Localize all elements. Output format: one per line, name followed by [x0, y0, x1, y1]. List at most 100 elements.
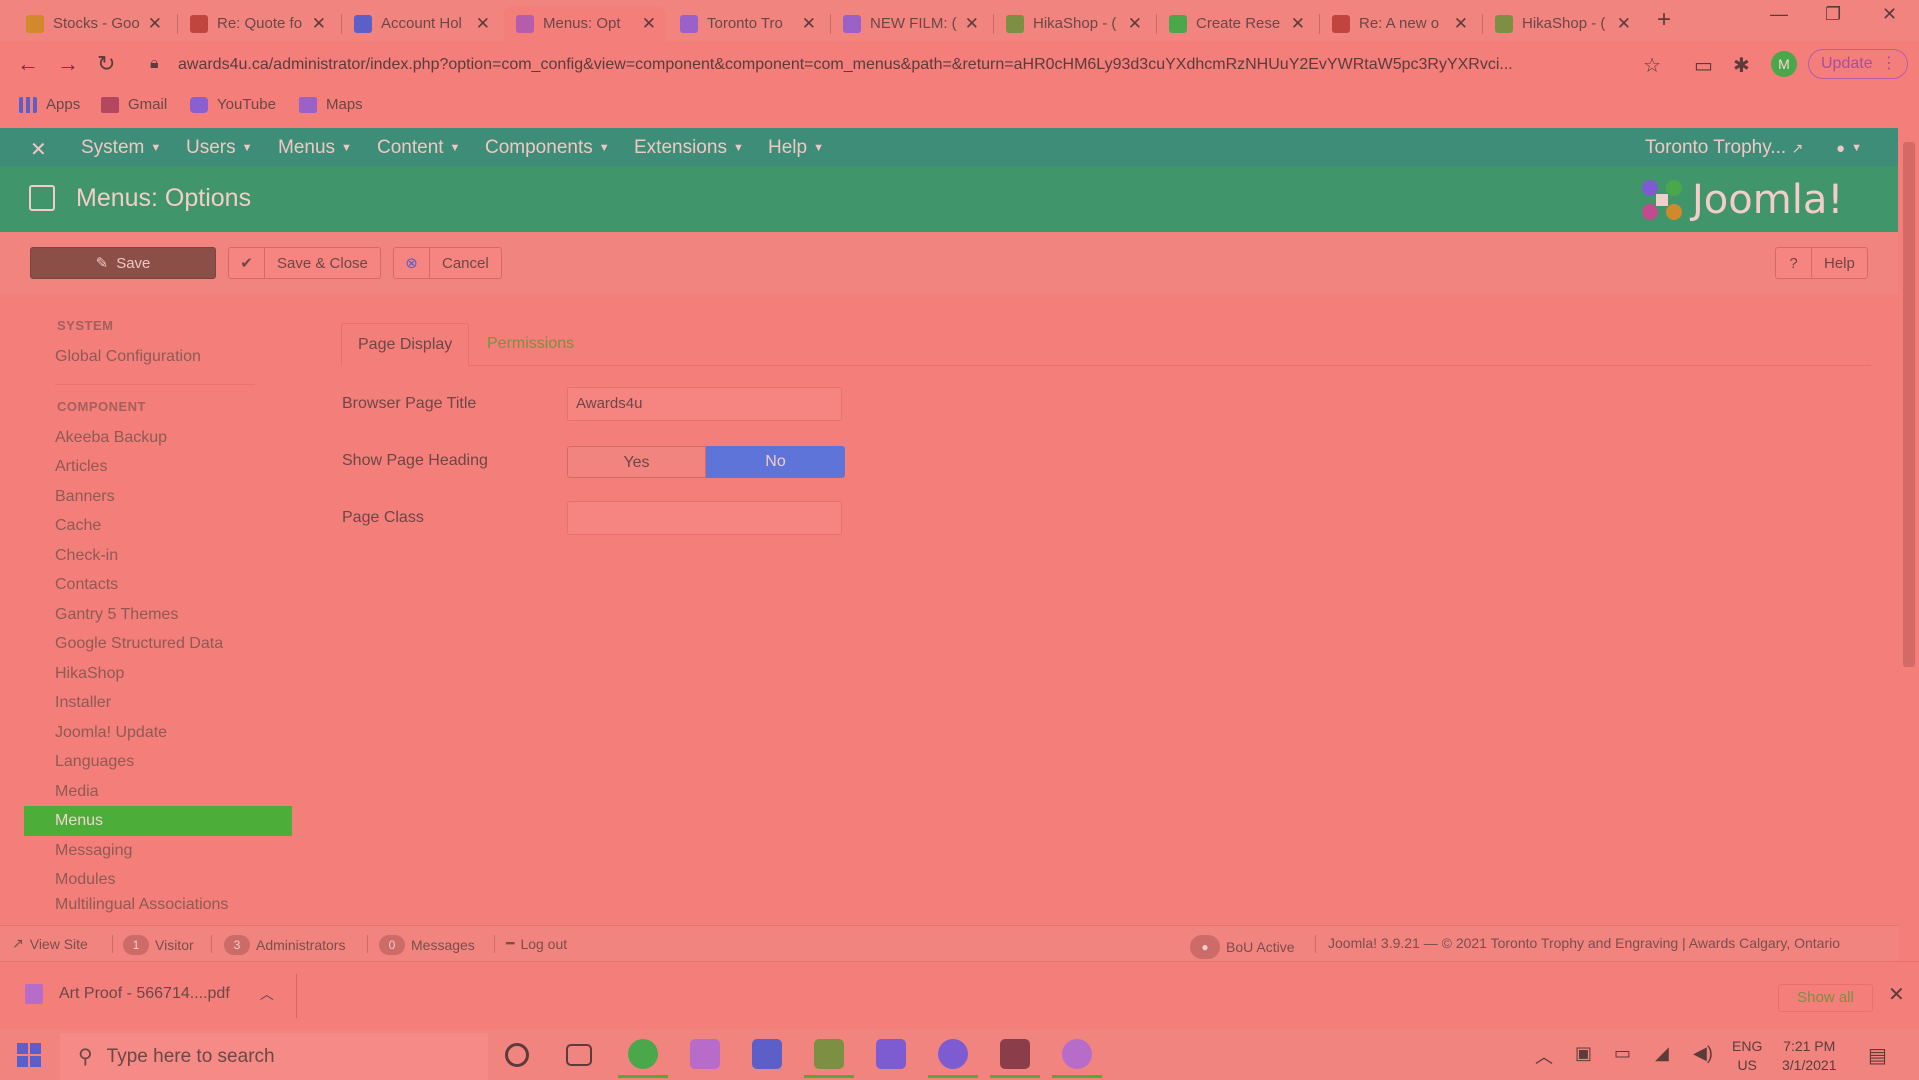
- notification-icon[interactable]: ▤: [1868, 1043, 1887, 1068]
- sidebar-item-gantry-5-themes[interactable]: Gantry 5 Themes: [24, 600, 292, 630]
- close-window-icon[interactable]: ✕: [1882, 4, 1897, 25]
- scrollbar-thumb[interactable]: [1903, 142, 1915, 667]
- app-icon[interactable]: [990, 1039, 1040, 1078]
- office-icon[interactable]: [876, 1039, 906, 1069]
- menu-components[interactable]: Components ▼: [485, 137, 610, 159]
- sidebar-item-akeeba-backup[interactable]: Akeeba Backup: [24, 423, 292, 453]
- meet-icon[interactable]: ▣: [1575, 1043, 1592, 1064]
- minimize-icon[interactable]: —: [1770, 4, 1788, 25]
- wifi-icon[interactable]: ◢: [1655, 1043, 1669, 1064]
- administrators-status[interactable]: 3 Administrators: [224, 935, 345, 955]
- close-tab-icon[interactable]: ✕: [1617, 14, 1631, 34]
- sidebar-item-hikashop[interactable]: HikaShop: [24, 659, 292, 689]
- forward-icon[interactable]: →: [57, 51, 79, 77]
- sidebar-item-installer[interactable]: Installer: [24, 688, 292, 718]
- browser-tab[interactable]: Toronto Tro ✕: [668, 6, 826, 41]
- close-tab-icon[interactable]: ✕: [148, 14, 162, 34]
- sidebar-item-languages[interactable]: Languages: [24, 747, 292, 777]
- help-button[interactable]: ? Help: [1775, 247, 1868, 279]
- cortana-icon[interactable]: [505, 1043, 529, 1067]
- close-tab-icon[interactable]: ✕: [312, 14, 326, 34]
- save-button[interactable]: ✎ Save: [30, 247, 216, 279]
- mail-icon[interactable]: [804, 1039, 854, 1078]
- bookmark-youtube[interactable]: YouTube: [190, 96, 276, 113]
- windows-start-icon[interactable]: [17, 1043, 41, 1067]
- close-downloads-icon[interactable]: ✕: [1888, 982, 1905, 1007]
- user-menu[interactable]: ● ▼: [1836, 137, 1862, 159]
- chevron-up-icon[interactable]: ︿: [260, 984, 274, 1004]
- show-heading-yes-option[interactable]: Yes: [567, 446, 706, 478]
- sidebar-item-media[interactable]: Media: [24, 777, 292, 807]
- bookmark-maps[interactable]: Maps: [299, 96, 363, 113]
- new-tab-button[interactable]: +: [1657, 6, 1671, 34]
- sidebar-item-contacts[interactable]: Contacts: [24, 570, 292, 600]
- bookmark-gmail[interactable]: Gmail: [101, 96, 167, 113]
- sidebar-item-google-structured-data[interactable]: Google Structured Data: [24, 629, 292, 659]
- page-scrollbar[interactable]: [1898, 128, 1919, 961]
- browser-tab[interactable]: HikaShop - ( ✕: [1483, 6, 1641, 41]
- sidebar-item-modules[interactable]: Modules: [24, 865, 292, 895]
- show-hidden-icons-icon[interactable]: ︿: [1535, 1043, 1553, 1069]
- download-item[interactable]: Art Proof - 566714....pdf ︿: [25, 984, 274, 1004]
- menu-users[interactable]: Users ▼: [186, 137, 253, 159]
- site-link[interactable]: Toronto Trophy... ↗: [1645, 137, 1803, 159]
- restore-icon[interactable]: ❐: [1825, 4, 1841, 25]
- bookmark-apps[interactable]: Apps: [19, 96, 80, 113]
- save-close-button[interactable]: ✔ Save & Close: [228, 247, 381, 279]
- browser-tab[interactable]: HikaShop - ( ✕: [994, 6, 1152, 41]
- edge-icon[interactable]: [618, 1039, 668, 1078]
- browser-tab[interactable]: Stocks - Goo ✕: [14, 6, 172, 41]
- menu-help[interactable]: Help ▼: [768, 137, 824, 159]
- opera-icon[interactable]: [928, 1039, 978, 1078]
- sidebar-item-global-configuration[interactable]: Global Configuration: [24, 342, 292, 372]
- cancel-button[interactable]: ⊗ Cancel: [393, 247, 502, 279]
- menu-menus[interactable]: Menus ▼: [278, 137, 352, 159]
- browser-tab[interactable]: Re: Quote fo ✕: [178, 6, 336, 41]
- bookmark-star-icon[interactable]: ☆: [1643, 53, 1661, 78]
- close-tab-icon[interactable]: ✕: [476, 14, 490, 34]
- chrome-icon[interactable]: [1052, 1039, 1102, 1078]
- close-tab-icon[interactable]: ✕: [802, 14, 816, 34]
- messages-status[interactable]: 0 Messages: [379, 935, 475, 955]
- browser-tab[interactable]: NEW FILM: ( ✕: [831, 6, 989, 41]
- sidebar-item-joomla-update[interactable]: Joomla! Update: [24, 718, 292, 748]
- sidebar-item-messaging[interactable]: Messaging: [24, 836, 292, 866]
- sidebar-item-banners[interactable]: Banners: [24, 482, 292, 512]
- taskbar-search[interactable]: ⚲ Type here to search: [60, 1033, 488, 1080]
- show-all-button[interactable]: Show all: [1778, 984, 1873, 1012]
- language-indicator[interactable]: ENG US: [1732, 1037, 1762, 1075]
- browser-tab-active[interactable]: Menus: Opt ✕: [504, 6, 666, 41]
- tab-permissions[interactable]: Permissions: [471, 323, 590, 366]
- sidebar-item-menus[interactable]: Menus: [24, 806, 292, 836]
- logout-link[interactable]: ━ Log out: [506, 935, 567, 952]
- menu-extensions[interactable]: Extensions ▼: [634, 137, 744, 159]
- back-icon[interactable]: ←: [17, 51, 39, 77]
- sidebar-item-cache[interactable]: Cache: [24, 511, 292, 541]
- tab-page-display[interactable]: Page Display: [341, 323, 470, 366]
- browser-tab[interactable]: Create Rese ✕: [1157, 6, 1315, 41]
- sidebar-item-articles[interactable]: Articles: [24, 452, 292, 482]
- url-bar[interactable]: 🔒︎ awards4u.ca/administrator/index.php?o…: [140, 48, 1675, 82]
- sidebar-item-check-in[interactable]: Check-in: [24, 541, 292, 571]
- sidebar-item-multilingual-associations[interactable]: Multilingual Associations: [24, 895, 292, 915]
- store-icon[interactable]: [752, 1039, 782, 1069]
- profile-avatar[interactable]: M: [1771, 51, 1797, 77]
- menu-content[interactable]: Content ▼: [377, 137, 460, 159]
- close-tab-icon[interactable]: ✕: [1128, 14, 1142, 34]
- page-class-input[interactable]: [567, 501, 842, 535]
- file-explorer-icon[interactable]: [690, 1039, 720, 1069]
- battery-icon[interactable]: ▭: [1614, 1043, 1631, 1064]
- joomla-home-icon[interactable]: ✕: [30, 137, 47, 162]
- extension-icon[interactable]: ▭: [1694, 53, 1713, 78]
- show-heading-no-option[interactable]: No: [706, 446, 845, 478]
- browser-tab[interactable]: Re: A new o ✕: [1320, 6, 1478, 41]
- update-button[interactable]: Update ⋮: [1808, 49, 1908, 79]
- close-tab-icon[interactable]: ✕: [1454, 14, 1468, 34]
- visitors-status[interactable]: 1 Visitor: [123, 935, 194, 955]
- browser-tab[interactable]: Account Hol ✕: [342, 6, 500, 41]
- bou-status[interactable]: ● BoU Active: [1190, 935, 1294, 959]
- system-clock[interactable]: 7:21 PM 3/1/2021: [1782, 1037, 1837, 1075]
- view-site-link[interactable]: ↗ View Site: [12, 935, 88, 952]
- close-tab-icon[interactable]: ✕: [965, 14, 979, 34]
- menu-system[interactable]: System ▼: [81, 137, 161, 159]
